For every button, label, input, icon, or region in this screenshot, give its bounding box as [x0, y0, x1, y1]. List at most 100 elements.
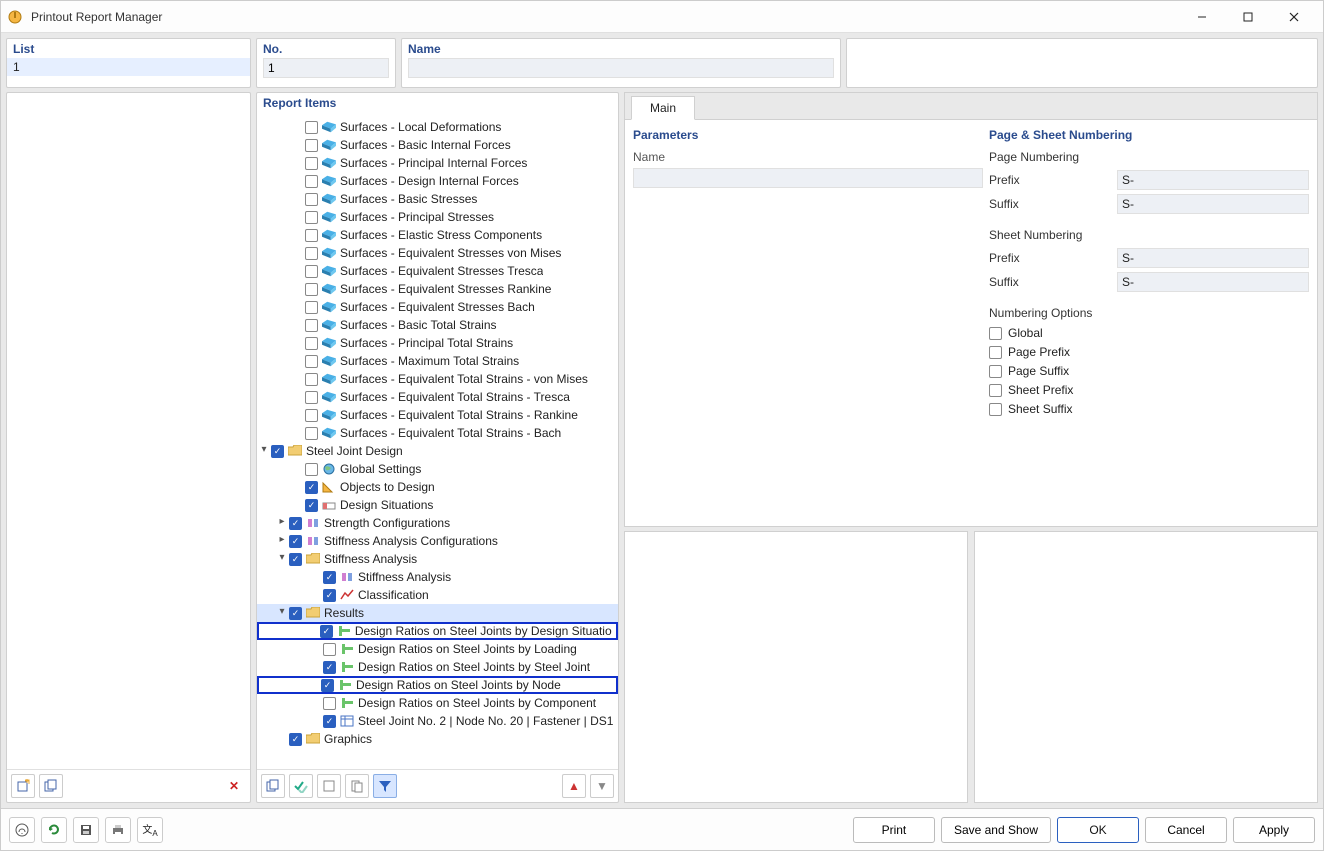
- tree-checkbox[interactable]: [305, 175, 318, 188]
- name-input[interactable]: [408, 58, 834, 78]
- tree-graphics[interactable]: Graphics: [257, 730, 618, 748]
- tree-tool-1[interactable]: [261, 774, 285, 798]
- tree-checkbox[interactable]: [305, 121, 318, 134]
- save-and-show-button[interactable]: Save and Show: [941, 817, 1051, 843]
- tree-results-component[interactable]: Design Ratios on Steel Joints by Compone…: [257, 694, 618, 712]
- tree-checkbox[interactable]: [305, 391, 318, 404]
- tree-checkbox[interactable]: [323, 661, 336, 674]
- delete-report-button[interactable]: ✕: [222, 774, 246, 798]
- tree-checkbox[interactable]: [305, 265, 318, 278]
- tree-checkbox[interactable]: [305, 247, 318, 260]
- sheet-suffix-checkbox[interactable]: [989, 403, 1002, 416]
- tree-checkbox[interactable]: [305, 193, 318, 206]
- sheet-prefix-input[interactable]: S-: [1117, 248, 1309, 268]
- tab-main[interactable]: Main: [631, 96, 695, 120]
- page-suffix-checkbox[interactable]: [989, 365, 1002, 378]
- close-button[interactable]: [1271, 2, 1317, 32]
- tree-checkbox[interactable]: [305, 157, 318, 170]
- tree-checkbox[interactable]: [305, 283, 318, 296]
- page-prefix-checkbox[interactable]: [989, 346, 1002, 359]
- tree-stiffness-configs[interactable]: ▸Stiffness Analysis Configurations: [257, 532, 618, 550]
- tree-surface-item[interactable]: Surfaces - Equivalent Stresses Bach: [257, 298, 618, 316]
- tree-checkbox[interactable]: [323, 589, 336, 602]
- tree-surface-item[interactable]: Surfaces - Basic Total Strains: [257, 316, 618, 334]
- tree-results-node[interactable]: Design Ratios on Steel Joints by Node: [257, 676, 618, 694]
- tree-surface-item[interactable]: Surfaces - Maximum Total Strains: [257, 352, 618, 370]
- collapse-icon[interactable]: ▾: [275, 606, 289, 620]
- tree-checkbox[interactable]: [305, 211, 318, 224]
- collapse-icon[interactable]: ▾: [275, 552, 289, 566]
- tree-objects-to-design[interactable]: Objects to Design: [257, 478, 618, 496]
- tree-surface-item[interactable]: Surfaces - Principal Stresses: [257, 208, 618, 226]
- tree-tool-filter[interactable]: [373, 774, 397, 798]
- tree-checkbox[interactable]: [305, 139, 318, 152]
- tree-surface-item[interactable]: Surfaces - Basic Stresses: [257, 190, 618, 208]
- page-suffix-input[interactable]: S-: [1117, 194, 1309, 214]
- tree-surface-item[interactable]: Surfaces - Basic Internal Forces: [257, 136, 618, 154]
- tree-strength-configs[interactable]: ▸Strength Configurations: [257, 514, 618, 532]
- tree-checkbox[interactable]: [305, 337, 318, 350]
- tree-surface-item[interactable]: Surfaces - Equivalent Total Strains - vo…: [257, 370, 618, 388]
- sheet-prefix-checkbox[interactable]: [989, 384, 1002, 397]
- tree-checkbox[interactable]: [305, 301, 318, 314]
- tree-surface-item[interactable]: Surfaces - Local Deformations: [257, 118, 618, 136]
- copy-report-button[interactable]: [39, 774, 63, 798]
- apply-button[interactable]: Apply: [1233, 817, 1315, 843]
- tree-checkbox[interactable]: [323, 571, 336, 584]
- tree-checkbox[interactable]: [305, 355, 318, 368]
- tree-surface-item[interactable]: Surfaces - Principal Total Strains: [257, 334, 618, 352]
- minimize-button[interactable]: [1179, 2, 1225, 32]
- tree-checkbox[interactable]: [305, 481, 318, 494]
- tree-results-loading[interactable]: Design Ratios on Steel Joints by Loading: [257, 640, 618, 658]
- save-button[interactable]: [73, 817, 99, 843]
- print-button[interactable]: Print: [853, 817, 935, 843]
- param-name-input[interactable]: [633, 168, 983, 188]
- expand-icon[interactable]: ▸: [275, 516, 289, 530]
- tree-checkbox[interactable]: [321, 679, 334, 692]
- tree-classification[interactable]: Classification: [257, 586, 618, 604]
- tree-surface-item[interactable]: Surfaces - Principal Internal Forces: [257, 154, 618, 172]
- tree-tool-copy[interactable]: [345, 774, 369, 798]
- tree-results-detail[interactable]: Steel Joint No. 2 | Node No. 20 | Fasten…: [257, 712, 618, 730]
- page-prefix-input[interactable]: S-: [1117, 170, 1309, 190]
- tree-checkbox[interactable]: [305, 409, 318, 422]
- tree-surface-item[interactable]: Surfaces - Equivalent Total Strains - Ra…: [257, 406, 618, 424]
- tree-surface-item[interactable]: Surfaces - Design Internal Forces: [257, 172, 618, 190]
- tree-checkbox[interactable]: [289, 607, 302, 620]
- tree-stiffness-analysis-folder[interactable]: ▾Stiffness Analysis: [257, 550, 618, 568]
- list-item[interactable]: 1: [7, 58, 250, 76]
- tree-checkbox[interactable]: [289, 553, 302, 566]
- global-checkbox[interactable]: [989, 327, 1002, 340]
- tree-checkbox[interactable]: [305, 463, 318, 476]
- tree-checkbox[interactable]: [289, 517, 302, 530]
- tree-surface-item[interactable]: Surfaces - Equivalent Stresses Rankine: [257, 280, 618, 298]
- report-items-tree[interactable]: Surfaces - Local DeformationsSurfaces - …: [257, 116, 618, 765]
- tree-global-settings[interactable]: Global Settings: [257, 460, 618, 478]
- no-input[interactable]: [263, 58, 389, 78]
- tree-checkbox[interactable]: [305, 427, 318, 440]
- tree-checkbox[interactable]: [305, 319, 318, 332]
- tree-surface-item[interactable]: Surfaces - Equivalent Stresses Tresca: [257, 262, 618, 280]
- tree-results[interactable]: ▾Results: [257, 604, 618, 622]
- tree-steel-joint-design[interactable]: ▾Steel Joint Design: [257, 442, 618, 460]
- tree-surface-item[interactable]: Surfaces - Equivalent Total Strains - Tr…: [257, 388, 618, 406]
- tree-design-situations[interactable]: Design Situations: [257, 496, 618, 514]
- tree-checkbox[interactable]: [289, 733, 302, 746]
- cancel-button[interactable]: Cancel: [1145, 817, 1227, 843]
- tree-tool-checkall[interactable]: [289, 774, 313, 798]
- expand-icon[interactable]: ▸: [275, 534, 289, 548]
- refresh-button[interactable]: [41, 817, 67, 843]
- tree-checkbox[interactable]: [323, 697, 336, 710]
- tree-checkbox[interactable]: [271, 445, 284, 458]
- tree-checkbox[interactable]: [323, 643, 336, 656]
- tree-checkbox[interactable]: [305, 499, 318, 512]
- tree-checkbox[interactable]: [320, 625, 333, 638]
- tree-tool-down[interactable]: ▼: [590, 774, 614, 798]
- tree-checkbox[interactable]: [305, 229, 318, 242]
- tree-results-design-situation[interactable]: Design Ratios on Steel Joints by Design …: [257, 622, 618, 640]
- language-button[interactable]: 文A: [137, 817, 163, 843]
- help-button[interactable]: [9, 817, 35, 843]
- tree-tool-uncheckall[interactable]: [317, 774, 341, 798]
- tree-checkbox[interactable]: [289, 535, 302, 548]
- tree-surface-item[interactable]: Surfaces - Equivalent Stresses von Mises: [257, 244, 618, 262]
